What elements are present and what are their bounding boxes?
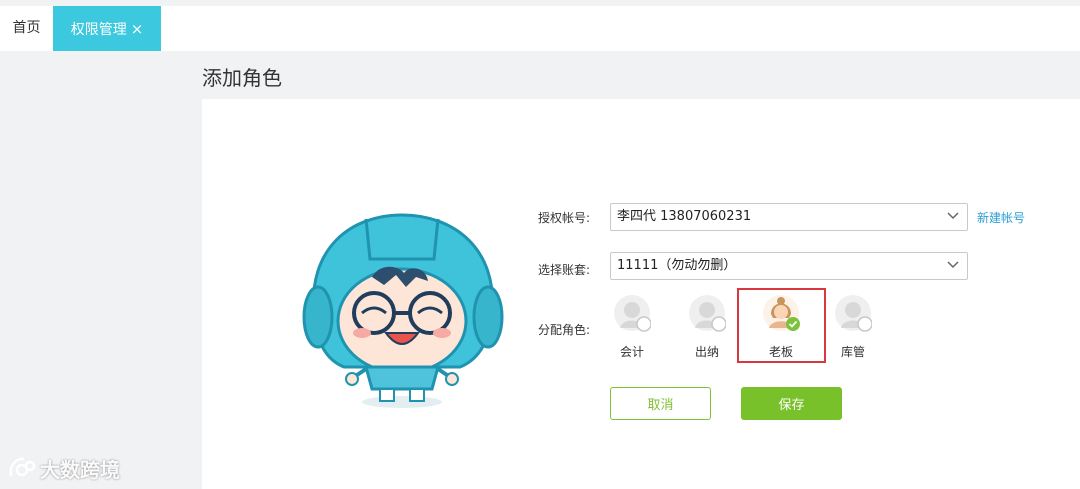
accountant-avatar-icon <box>614 295 652 332</box>
role-option-accountant[interactable]: 会计 <box>602 294 662 364</box>
content-panel: 授权帐号: 李四代 13807060231 新建帐号 选择账套: 11111（勿… <box>202 99 1080 489</box>
book-select-value: 11111（勿动勿删） <box>617 258 737 273</box>
sidebar <box>0 51 202 489</box>
account-select[interactable]: 李四代 13807060231 <box>610 203 968 231</box>
tab-home[interactable]: 首页 <box>0 6 53 51</box>
selected-role-highlight <box>737 288 826 363</box>
chevron-down-icon <box>947 261 959 269</box>
page-title: 添加角色 <box>202 66 282 90</box>
chevron-down-icon <box>947 212 959 220</box>
tab-bar: 首页 权限管理 × <box>0 6 1080 51</box>
tab-permission-management[interactable]: 权限管理 × <box>53 6 161 51</box>
role-name: 库管 <box>840 345 865 359</box>
role-name: 出纳 <box>694 345 719 359</box>
role-name: 会计 <box>619 345 644 359</box>
role-label: 分配角色: <box>538 323 591 337</box>
mascot-illustration <box>302 213 504 408</box>
book-label: 选择账套: <box>538 263 591 277</box>
watermark-logo-icon <box>9 457 36 476</box>
tab-permission-management-label: 权限管理 <box>70 21 127 38</box>
account-label: 授权帐号: <box>538 211 591 225</box>
cancel-button[interactable]: 取消 <box>610 387 711 420</box>
new-account-link[interactable]: 新建帐号 <box>977 209 1025 226</box>
watermark-text: 大数跨境 <box>40 458 120 482</box>
save-button[interactable]: 保存 <box>741 387 842 420</box>
role-option-cashier[interactable]: 出纳 <box>677 294 737 364</box>
close-icon[interactable]: × <box>131 20 144 38</box>
warehouse-avatar-icon <box>835 295 873 332</box>
book-select[interactable]: 11111（勿动勿删） <box>610 252 968 280</box>
role-option-warehouse[interactable]: 库管 <box>823 294 883 364</box>
cashier-avatar-icon <box>689 295 727 332</box>
account-select-value: 李四代 13807060231 <box>617 209 752 224</box>
watermark: 大数跨境 <box>8 454 120 483</box>
